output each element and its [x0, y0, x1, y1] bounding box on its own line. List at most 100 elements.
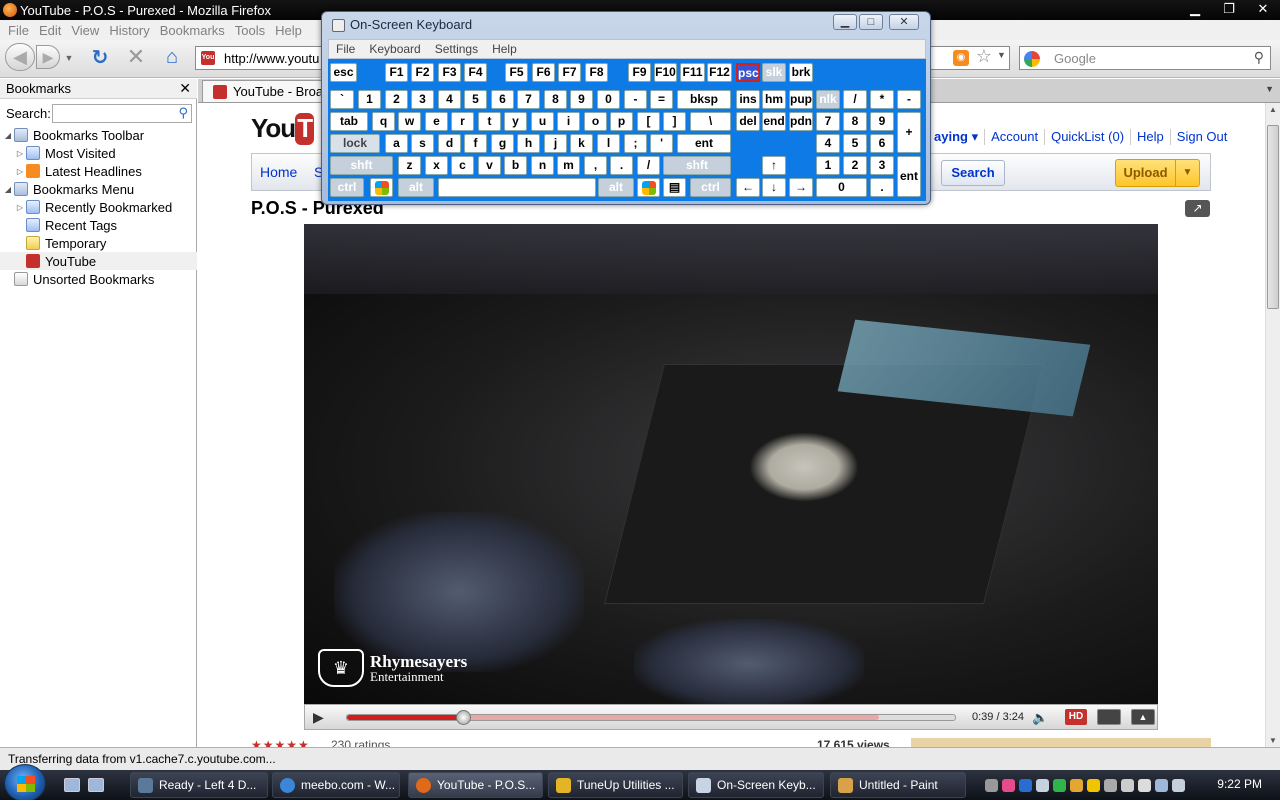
key-esc[interactable]: esc [330, 63, 357, 82]
key-home[interactable]: hm [762, 90, 786, 109]
key-num-enter[interactable]: ent [897, 156, 921, 197]
key-9[interactable]: 9 [570, 90, 593, 109]
tuneup-tray-icon[interactable] [1070, 778, 1083, 792]
osk-menu-file[interactable]: File [329, 42, 362, 56]
key-x[interactable]: x [425, 156, 448, 175]
key-f5[interactable]: F5 [505, 63, 528, 82]
key-w[interactable]: w [398, 112, 421, 131]
sidebar-item-latest-headlines[interactable]: ▷ Latest Headlines [0, 162, 197, 180]
key-right-shift[interactable]: shft [663, 156, 731, 175]
key-f3[interactable]: F3 [438, 63, 461, 82]
stop-icon[interactable]: ✕ [124, 44, 148, 69]
key-z[interactable]: z [398, 156, 421, 175]
key-f[interactable]: f [464, 134, 487, 153]
quicklist-link[interactable]: QuickList (0) [1044, 129, 1130, 145]
youtube-logo[interactable]: YouT [251, 113, 321, 147]
help-link[interactable]: Help [1130, 129, 1170, 145]
key-tab[interactable]: tab [330, 112, 368, 131]
key-num-1[interactable]: 1 [816, 156, 840, 175]
reload-icon[interactable]: ↻ [88, 45, 112, 69]
key-k[interactable]: k [570, 134, 593, 153]
history-dropdown-icon[interactable]: ▼ [62, 51, 76, 65]
key-semicolon[interactable]: ; [624, 134, 647, 153]
key-n[interactable]: n [531, 156, 554, 175]
hd-toggle[interactable]: HD [1065, 709, 1087, 725]
osk-menu-keyboard[interactable]: Keyboard [362, 42, 427, 56]
sidebar-item-unsorted-bookmarks[interactable]: Unsorted Bookmarks [0, 270, 197, 288]
sidebar-item-youtube[interactable]: YouTube [0, 252, 197, 270]
key-0[interactable]: 0 [597, 90, 620, 109]
flower-tray-icon[interactable] [1002, 778, 1015, 792]
key-t[interactable]: t [478, 112, 501, 131]
key-r[interactable]: r [451, 112, 474, 131]
play-icon[interactable]: ▶ [313, 709, 324, 726]
back-button[interactable]: ◀ [5, 43, 35, 71]
key-3[interactable]: 3 [411, 90, 434, 109]
key-p[interactable]: p [610, 112, 633, 131]
key-minus[interactable]: - [624, 90, 647, 109]
key-num-minus[interactable]: - [897, 90, 921, 109]
taskbar-item-osk[interactable]: On-Screen Keyb... [688, 772, 824, 798]
rating-stars-icon[interactable]: ★★★★★ [251, 738, 310, 747]
close-button[interactable]: ✕ [1246, 0, 1280, 20]
key-num-3[interactable]: 3 [870, 156, 894, 175]
account-link[interactable]: Account [984, 129, 1044, 145]
key-h[interactable]: h [517, 134, 540, 153]
key-comma[interactable]: , [584, 156, 607, 175]
collapsed-triangle-icon[interactable]: ▷ [14, 149, 26, 158]
sidebar-item-recent-tags[interactable]: Recent Tags [0, 216, 197, 234]
key-f6[interactable]: F6 [532, 63, 555, 82]
key-caps-lock[interactable]: lock [330, 134, 380, 153]
key-right-alt[interactable]: alt [598, 178, 634, 197]
start-button[interactable] [4, 764, 46, 800]
bluetooth-alt-icon[interactable] [1036, 778, 1049, 792]
menu-tools[interactable]: Tools [230, 23, 270, 38]
menu-history[interactable]: History [104, 23, 154, 38]
fullscreen-icon[interactable]: ▲ [1131, 709, 1155, 725]
menu-file[interactable]: File [3, 23, 34, 38]
key-insert[interactable]: ins [736, 90, 760, 109]
expand-icon[interactable]: ↗ [1185, 200, 1210, 217]
key-page-up[interactable]: pup [789, 90, 813, 109]
expanded-triangle-icon[interactable]: ◢ [2, 131, 14, 140]
collapsed-triangle-icon[interactable]: ▷ [14, 167, 26, 176]
key-num-4[interactable]: 4 [816, 134, 840, 153]
key-q[interactable]: q [372, 112, 395, 131]
tray-app-icon[interactable] [1104, 778, 1117, 792]
key-num-divide[interactable]: / [843, 90, 867, 109]
key-f4[interactable]: F4 [464, 63, 487, 82]
key-left-shift[interactable]: shft [330, 156, 393, 175]
key-v[interactable]: v [478, 156, 501, 175]
taskbar-item-paint[interactable]: Untitled - Paint [830, 772, 966, 798]
url-dropdown-icon[interactable]: ▼ [997, 50, 1006, 60]
volume-icon[interactable]: 🔈 [1032, 710, 1048, 726]
rss-feed-icon[interactable]: ◉ [953, 50, 969, 66]
key-s[interactable]: s [411, 134, 434, 153]
key-5[interactable]: 5 [464, 90, 487, 109]
taskbar-item-left4dead[interactable]: Ready - Left 4 D... [130, 772, 268, 798]
key-1[interactable]: 1 [358, 90, 381, 109]
key-equals[interactable]: = [650, 90, 673, 109]
upload-button[interactable]: Upload ▼ [1115, 159, 1200, 187]
key-num-7[interactable]: 7 [816, 112, 840, 131]
key-4[interactable]: 4 [438, 90, 461, 109]
tab-list-dropdown-icon[interactable]: ▼ [1265, 84, 1274, 94]
key-arrow-down[interactable]: ↓ [762, 178, 786, 197]
key-f12[interactable]: F12 [707, 63, 732, 82]
video-player[interactable]: ♛ Rhymesayers Entertainment [304, 224, 1158, 704]
key-delete[interactable]: del [736, 112, 760, 131]
key-8[interactable]: 8 [544, 90, 567, 109]
taskbar-item-firefox[interactable]: YouTube - P.O.S... [408, 772, 543, 798]
key-break[interactable]: brk [789, 63, 813, 82]
key-7[interactable]: 7 [517, 90, 540, 109]
show-desktop-icon[interactable] [64, 778, 80, 792]
switch-windows-icon[interactable] [88, 778, 104, 792]
norton-icon[interactable] [1087, 778, 1100, 792]
key-arrow-left[interactable]: ← [736, 178, 760, 197]
key-slash[interactable]: / [637, 156, 660, 175]
key-f1[interactable]: F1 [385, 63, 408, 82]
key-e[interactable]: e [425, 112, 448, 131]
sidebar-item-most-visited[interactable]: ▷ Most Visited [0, 144, 197, 162]
volume-icon[interactable] [1172, 778, 1185, 792]
key-g[interactable]: g [491, 134, 514, 153]
